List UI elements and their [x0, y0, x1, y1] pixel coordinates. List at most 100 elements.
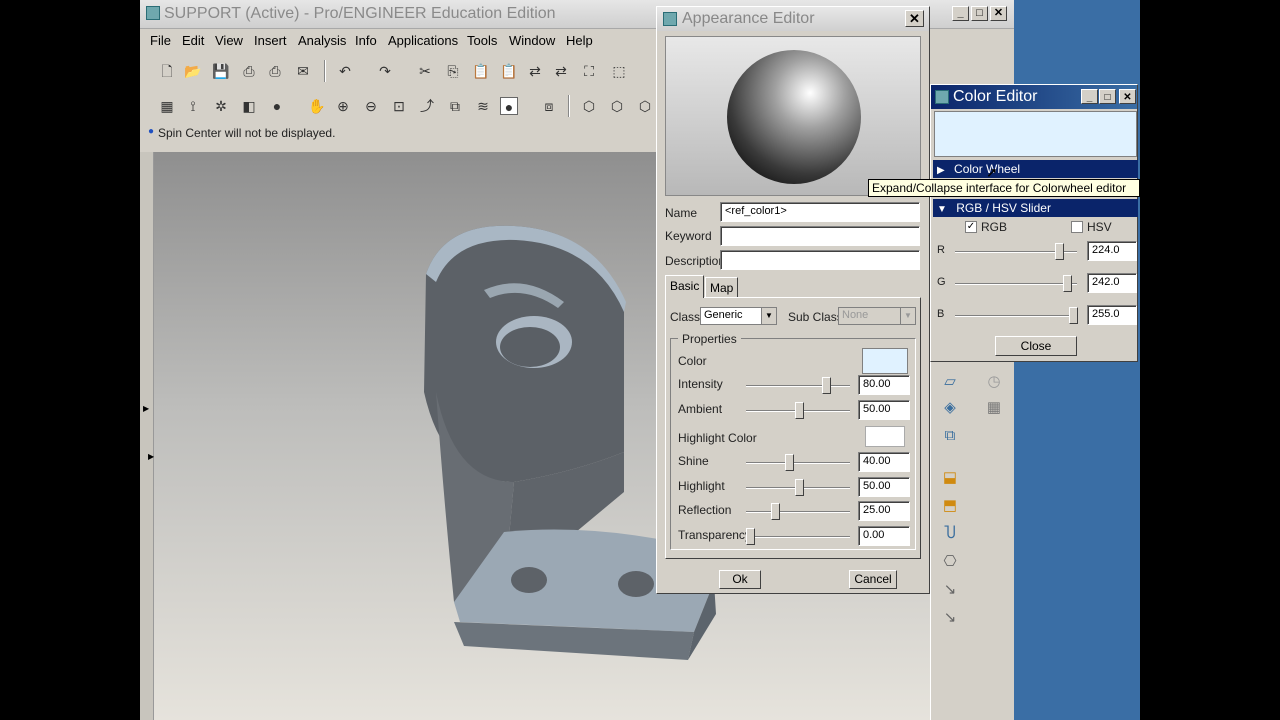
appearance-close-button[interactable]: ✕	[905, 10, 924, 27]
view-manager-icon[interactable]: ⧈	[540, 97, 558, 115]
zoom-out-icon[interactable]: ⊖	[362, 97, 380, 115]
color-wheel-section[interactable]: ▶ Color Wheel	[933, 160, 1138, 178]
slider-thumb-4[interactable]	[770, 503, 780, 520]
hsv-checkbox[interactable]	[1071, 221, 1083, 233]
zoom-in-icon[interactable]: ⊕	[334, 97, 352, 115]
rgb-hsv-section[interactable]: ▼ RGB / HSV Slider	[933, 199, 1138, 217]
menu-help[interactable]: Help	[566, 33, 593, 48]
channel-value-2[interactable]: 255.0	[1087, 305, 1137, 325]
cut-icon[interactable]: ✂	[416, 62, 434, 80]
tab-map[interactable]: Map	[705, 277, 739, 298]
datum-csys-icon[interactable]: ⧉	[939, 426, 961, 446]
slider-value-1[interactable]: 50.00	[858, 400, 910, 420]
extrude-icon[interactable]: ⬓	[939, 468, 961, 488]
print-preview-icon[interactable]: ⎙	[266, 62, 284, 80]
collapse-left-icon[interactable]: ▶	[143, 404, 149, 413]
pan-icon[interactable]: ✋	[308, 97, 326, 115]
spin-center-icon[interactable]: ✲	[212, 97, 230, 115]
close-button[interactable]: Close	[995, 336, 1077, 356]
appearance-icon[interactable]: ●	[500, 97, 518, 115]
slider-value-4[interactable]: 25.00	[858, 501, 910, 521]
round-icon[interactable]: ↘	[939, 580, 961, 600]
color-swatch[interactable]	[862, 348, 908, 374]
navigator-splitter[interactable]: ▶ ▶	[140, 152, 154, 720]
slider-track-0[interactable]	[746, 385, 850, 387]
minimize-button[interactable]: _	[952, 6, 969, 21]
slider-thumb-0[interactable]	[822, 377, 832, 394]
channel-thumb-0[interactable]	[1055, 243, 1065, 260]
channel-value-1[interactable]: 242.0	[1087, 273, 1137, 293]
keyword-field[interactable]	[720, 226, 920, 246]
channel-value-0[interactable]: 224.0	[1087, 241, 1137, 261]
slider-thumb-3[interactable]	[795, 479, 804, 496]
slider-track-5[interactable]	[746, 536, 850, 538]
slider-value-2[interactable]: 40.00	[858, 452, 910, 472]
wireframe-icon[interactable]: ⬡	[580, 97, 598, 115]
close-button[interactable]: ✕	[990, 6, 1007, 21]
slider-thumb-5[interactable]	[746, 528, 755, 545]
slider-thumb-2[interactable]	[785, 454, 795, 471]
regen-manager-icon[interactable]: ⇄	[552, 62, 570, 80]
class-select[interactable]: Generic ▼	[700, 307, 777, 325]
menu-file[interactable]: File	[150, 33, 171, 48]
slider-value-5[interactable]: 0.00	[858, 526, 910, 546]
maximize-button[interactable]: □	[971, 6, 988, 21]
hole-icon[interactable]: ⎔	[939, 552, 961, 572]
email-icon[interactable]: ✉	[294, 62, 312, 80]
color-editor-close-icon[interactable]: ✕	[1119, 89, 1136, 104]
model-display-icon[interactable]: ◧	[240, 97, 258, 115]
find-icon[interactable]: ⛶	[580, 62, 598, 80]
minimize-button[interactable]: _	[1081, 89, 1098, 104]
paste-icon[interactable]: 📋	[472, 62, 490, 80]
channel-track-2[interactable]	[955, 315, 1077, 317]
no-hidden-icon[interactable]: ⬡	[636, 97, 654, 115]
slider-track-4[interactable]	[746, 511, 850, 513]
layers-icon[interactable]: ≋	[474, 97, 492, 115]
menu-edit[interactable]: Edit	[182, 33, 204, 48]
menu-tools[interactable]: Tools	[467, 33, 497, 48]
undo-icon[interactable]: ↶	[336, 62, 354, 80]
refit-icon[interactable]: ⊡	[390, 97, 408, 115]
tab-basic[interactable]: Basic	[665, 275, 705, 298]
menu-analysis[interactable]: Analysis	[298, 33, 346, 48]
save-icon[interactable]: 💾	[212, 62, 230, 80]
subclass-select[interactable]: None ▼	[838, 307, 916, 325]
select-box-icon[interactable]: ⬚	[610, 62, 628, 80]
shading-icon[interactable]: ●	[268, 97, 286, 115]
channel-track-1[interactable]	[955, 283, 1077, 285]
revolve-icon[interactable]: ⬒	[939, 496, 961, 516]
chamfer-icon[interactable]: ↘	[939, 608, 961, 628]
hidden-line-icon[interactable]: ⬡	[608, 97, 626, 115]
slider-value-0[interactable]: 80.00	[858, 375, 910, 395]
reorient-icon[interactable]: ⤴	[418, 97, 436, 115]
menu-view[interactable]: View	[215, 33, 243, 48]
description-field[interactable]	[720, 250, 920, 270]
menu-window[interactable]: Window	[509, 33, 555, 48]
sweep-icon[interactable]: Ⴎ	[939, 524, 961, 544]
axis-icon[interactable]: ⟟	[184, 97, 202, 115]
menu-applications[interactable]: Applications	[388, 33, 458, 48]
datum-plane-icon[interactable]: ▱	[939, 372, 961, 392]
regenerate-icon[interactable]: ⇄	[526, 62, 544, 80]
maximize-button[interactable]: □	[1099, 89, 1116, 104]
name-field[interactable]: <ref_color1>	[720, 202, 920, 222]
highlight-color-swatch[interactable]	[865, 426, 905, 447]
display-datum-icon[interactable]: ▦	[158, 97, 176, 115]
print-icon[interactable]: ⎙	[240, 62, 258, 80]
channel-thumb-1[interactable]	[1063, 275, 1073, 292]
slider-thumb-1[interactable]	[795, 402, 804, 419]
slider-value-3[interactable]: 50.00	[858, 477, 910, 497]
new-icon[interactable]: 🗋	[158, 62, 176, 80]
rgb-checkbox[interactable]: ✓	[965, 221, 977, 233]
grid-icon[interactable]: ▦	[983, 398, 1005, 418]
menu-info[interactable]: Info	[355, 33, 377, 48]
copy-icon[interactable]: ⎘	[444, 62, 462, 80]
paste-special-icon[interactable]: 📋	[500, 62, 518, 80]
saved-views-icon[interactable]: ⧉	[446, 97, 464, 115]
ok-button[interactable]: Ok	[719, 570, 761, 589]
cancel-button[interactable]: Cancel	[849, 570, 897, 589]
datum-axis-icon[interactable]: ◷	[983, 372, 1005, 392]
menu-insert[interactable]: Insert	[254, 33, 287, 48]
datum-point-icon[interactable]: ◈	[939, 398, 961, 418]
channel-thumb-2[interactable]	[1069, 307, 1078, 324]
